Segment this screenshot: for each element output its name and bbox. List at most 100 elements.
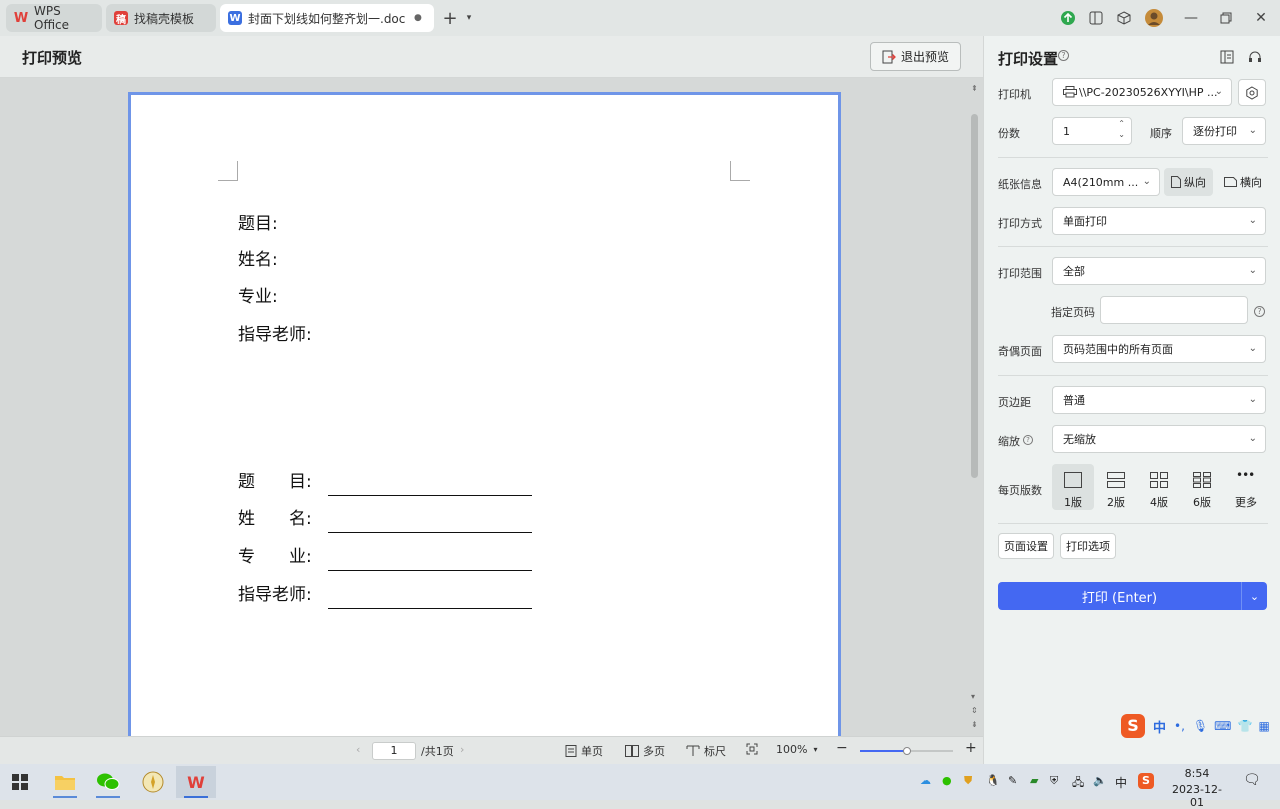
perpage-option-1[interactable]: 1版 [1052, 464, 1094, 510]
file-explorer-button[interactable] [45, 766, 85, 798]
taskbar: W ☁ ● ⛊ 🐧 ✎ ▰ ⛨ 🖧 🔈 中 S 8:54 2023-12-01 … [0, 764, 1280, 809]
zoom-slider-knob[interactable] [902, 747, 911, 755]
perpage-option-more[interactable]: ••• 更多 [1224, 464, 1266, 510]
single-page-button[interactable]: 单页 [565, 743, 603, 759]
toolbox-icon[interactable]: ▦ [1258, 719, 1269, 733]
qq-icon[interactable]: 🐧 [986, 774, 1000, 787]
start-button[interactable] [0, 766, 40, 798]
portrait-button[interactable]: 纵向 [1164, 168, 1213, 196]
vertical-scrollbar[interactable]: ⇞ ▾ ⇕ ⇟ [968, 80, 982, 734]
shield-icon[interactable]: ⛊ [964, 774, 972, 788]
order-select[interactable]: 逐份打印 ⌄ [1182, 117, 1266, 145]
paper-select[interactable]: A4(210mm ... ⌄ [1052, 168, 1160, 196]
wechat-button[interactable] [88, 766, 128, 798]
divider [998, 157, 1268, 158]
perpage-option-label: 1版 [1064, 496, 1082, 509]
cube-icon[interactable] [1115, 9, 1133, 27]
scrollbar-thumb[interactable] [971, 114, 978, 478]
notification-icon[interactable]: 🗨 [1243, 772, 1261, 788]
margin-value: 普通 [1063, 394, 1085, 407]
scroll-bottom-icon[interactable]: ⇟ [971, 720, 978, 729]
panel-layout-icon[interactable] [1220, 50, 1234, 67]
copies-stepper[interactable]: 1 ⌃ ⌄ [1052, 117, 1132, 145]
page-setup-button[interactable]: 页面设置 [998, 533, 1054, 559]
scroll-nav-icon[interactable]: ⇕ [971, 706, 978, 715]
range-select[interactable]: 全部 ⌄ [1052, 257, 1266, 285]
printer-select[interactable]: \\PC-20230526XYYI\HP ... ⌄ [1052, 78, 1232, 106]
scroll-down-icon[interactable]: ▾ [971, 692, 975, 701]
zoom-in-button[interactable]: + [965, 740, 977, 756]
exit-preview-button[interactable]: 退出预览 [870, 42, 961, 71]
keyboard-icon[interactable]: ⌨ [1214, 719, 1231, 733]
zoom-out-button[interactable]: − [836, 740, 848, 756]
volume-icon[interactable]: 🔈 [1093, 774, 1107, 787]
method-select[interactable]: 单面打印 ⌄ [1052, 207, 1266, 235]
microphone-icon[interactable]: 🎙 [1193, 719, 1208, 733]
prev-page-icon[interactable]: ‹ [356, 743, 360, 756]
input-lang-indicator[interactable]: 中 [1115, 774, 1127, 791]
increment-icon[interactable]: ⌃ [1118, 119, 1125, 128]
nvidia-icon[interactable]: ▰ [1030, 774, 1038, 787]
perpage-option-4[interactable]: 4版 [1138, 464, 1180, 510]
restore-icon[interactable] [1217, 9, 1235, 27]
headset-icon[interactable] [1248, 50, 1262, 67]
oddeven-select[interactable]: 页码范围中的所有页面 ⌄ [1052, 335, 1266, 363]
print-dropdown-chevron-icon[interactable]: ⌄ [1242, 590, 1267, 603]
clock[interactable]: 8:54 2023-12-01 [1168, 767, 1226, 809]
app-button[interactable] [133, 766, 173, 798]
next-page-icon[interactable]: › [460, 743, 464, 756]
method-value: 单面打印 [1063, 215, 1107, 228]
pages-input[interactable] [1100, 296, 1248, 324]
printer-properties-button[interactable] [1238, 79, 1266, 106]
tab-label: WPS Office [34, 4, 70, 32]
skin-icon[interactable]: 👕 [1237, 719, 1252, 733]
chevron-down-icon: ⌄ [1248, 215, 1257, 226]
new-tab-button[interactable]: + [441, 8, 459, 29]
wechat-tray-icon[interactable]: ● [942, 774, 952, 787]
page-number-input[interactable]: 1 [372, 742, 416, 760]
wps-taskbar-button[interactable]: W [176, 766, 216, 798]
order-value: 逐份打印 [1193, 125, 1237, 138]
scale-select[interactable]: 无缩放 ⌄ [1052, 425, 1266, 453]
portrait-icon [1171, 176, 1181, 188]
sogou-tray-icon[interactable]: S [1138, 773, 1154, 789]
zoom-slider[interactable] [860, 747, 953, 755]
multi-page-button[interactable]: 多页 [625, 743, 665, 759]
network-icon[interactable]: 🖧 [1072, 774, 1084, 793]
update-icon[interactable] [1059, 9, 1077, 27]
cloud-icon[interactable]: ☁ [920, 774, 931, 787]
fit-page-icon[interactable] [746, 743, 758, 755]
margin-select[interactable]: 普通 ⌄ [1052, 386, 1266, 414]
perpage-option-6[interactable]: 6版 [1181, 464, 1223, 510]
tool-icon[interactable]: ✎ [1008, 774, 1017, 787]
ime-lang-toggle[interactable]: 中 [1153, 717, 1166, 736]
perpage-option-label: 4版 [1150, 496, 1168, 509]
security-icon[interactable]: ⛨ [1050, 774, 1058, 788]
print-options-button[interactable]: 打印选项 [1060, 533, 1116, 559]
tab-list-chevron-icon[interactable]: ▾ [460, 9, 478, 27]
help-icon[interactable]: ? [1023, 435, 1033, 445]
tab-document[interactable]: W 封面下划线如何整齐划一.doc（预 ● [220, 4, 434, 32]
punctuation-icon[interactable]: •, [1174, 719, 1185, 733]
landscape-icon [1224, 177, 1237, 187]
help-icon[interactable]: ? [1254, 306, 1265, 317]
layout-icon[interactable] [1087, 9, 1105, 27]
ruler-button[interactable]: 标尺 [686, 743, 726, 759]
minimize-icon[interactable]: — [1182, 9, 1200, 27]
sogou-logo-icon[interactable]: S [1121, 714, 1145, 738]
user-avatar[interactable] [1145, 9, 1163, 27]
decrement-icon[interactable]: ⌄ [1118, 130, 1125, 139]
tab-wps-office[interactable]: W WPS Office [6, 4, 102, 32]
landscape-button[interactable]: 横向 [1218, 168, 1268, 196]
layout-2-icon [1107, 472, 1125, 488]
close-icon[interactable]: ✕ [1252, 9, 1270, 27]
unsaved-dot-icon[interactable]: ● [414, 13, 422, 23]
perpage-option-2[interactable]: 2版 [1095, 464, 1137, 510]
help-icon[interactable]: ? [1058, 50, 1069, 61]
scroll-top-icon[interactable]: ⇞ [971, 84, 978, 93]
print-button[interactable]: 打印 (Enter) [998, 587, 1241, 606]
method-label: 打印方式 [998, 217, 1042, 230]
portrait-label: 纵向 [1184, 176, 1206, 189]
zoom-select[interactable]: 100% ▾ [776, 743, 817, 756]
tab-template[interactable]: 稿 找稿壳模板 [106, 4, 216, 32]
